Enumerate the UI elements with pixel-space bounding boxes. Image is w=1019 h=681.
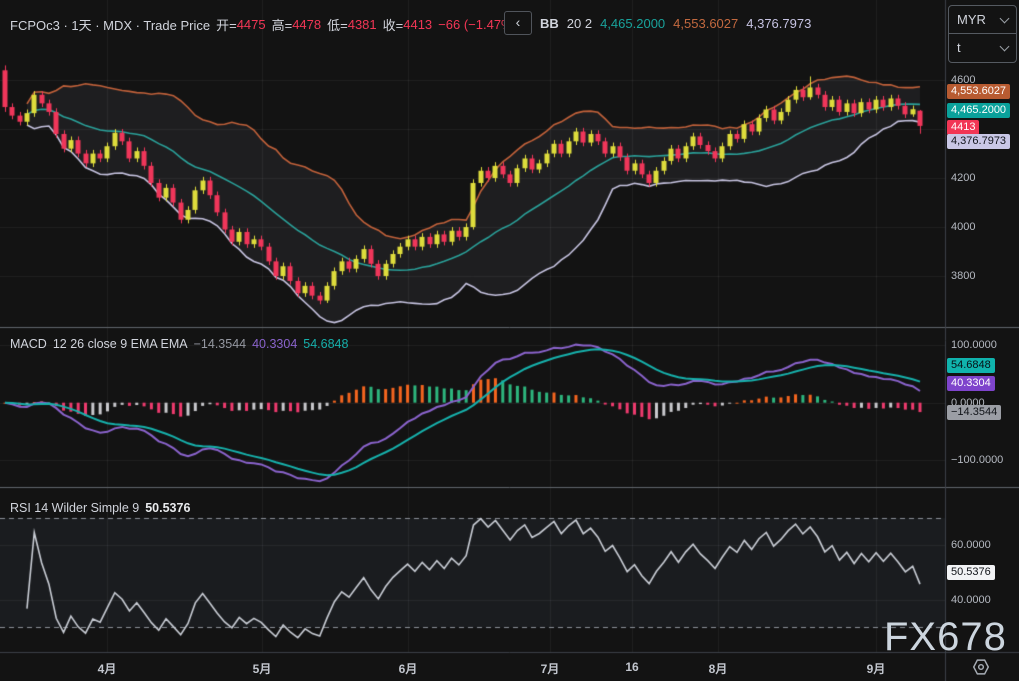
macd-title: MACD: [10, 337, 47, 351]
currency-label: MYR: [957, 12, 986, 27]
open-label: 开=: [216, 15, 237, 34]
axis-tick-label: −100.0000: [951, 454, 1003, 466]
currency-select[interactable]: MYR: [949, 6, 1016, 33]
unit-label: t: [957, 40, 961, 55]
high-value: 4478: [292, 17, 321, 32]
high-label: 高=: [272, 15, 293, 34]
bb-basis-axis-badge: 4,465.2000: [947, 103, 1010, 118]
time-tick-label: 9月: [867, 660, 886, 677]
bb-legend[interactable]: ‹ BB 20 2 4,465.2000 4,553.6027 4,376.79…: [504, 11, 811, 35]
bb-params: 20 2: [567, 16, 592, 31]
rsi-legend[interactable]: RSI 14 Wilder Simple 9 50.5376: [10, 501, 190, 515]
close-value: 4413: [403, 17, 432, 32]
axis-tick-label: 60.0000: [951, 539, 991, 551]
time-tick-label: 8月: [709, 660, 728, 677]
macd-legend[interactable]: MACD 12 26 close 9 EMA EMA −14.3544 40.3…: [10, 337, 348, 351]
time-tick-label: 7月: [541, 660, 560, 677]
chevron-down-icon: [1000, 41, 1010, 51]
bb-basis-value: 4,465.2000: [600, 16, 665, 31]
low-value: 4381: [348, 17, 377, 32]
scale-settings-icon[interactable]: [972, 659, 990, 680]
time-tick-label: 5月: [253, 660, 272, 677]
axis-tick-label: 4200: [951, 172, 975, 184]
axis-tick-label: 40.0000: [951, 594, 991, 606]
time-tick-label: 6月: [399, 660, 418, 677]
axis-unit-toolbar: MYR t: [948, 5, 1017, 63]
macd-hist-axis-badge: −14.3544: [947, 405, 1001, 420]
time-tick-label: 16: [625, 660, 638, 674]
bb-title: BB: [540, 16, 559, 31]
macd-line-value: 40.3304: [252, 337, 297, 351]
axis-tick-label: 100.0000: [951, 339, 997, 351]
symbol-title: FCPOc3 · 1天 · MDX · Trade Price: [10, 15, 210, 34]
watermark: FX678: [884, 615, 1007, 660]
macd-hist-value: −14.3544: [194, 337, 246, 351]
rsi-axis-badge: 50.5376: [947, 565, 995, 580]
bb-lower-value: 4,376.7973: [746, 16, 811, 31]
time-tick-label: 4月: [98, 660, 117, 677]
macd-params: 12 26 close 9 EMA EMA: [53, 337, 188, 351]
axis-tick-label: 4000: [951, 221, 975, 233]
bb-upper-axis-badge: 4,553.6027: [947, 84, 1010, 99]
chevron-down-icon: [1000, 13, 1010, 23]
rsi-title: RSI 14 Wilder Simple 9: [10, 501, 139, 515]
rsi-value: 50.5376: [145, 501, 190, 515]
axis-tick-label: 3800: [951, 270, 975, 282]
low-label: 低=: [327, 15, 348, 34]
macd-signal-axis-badge: 54.6848: [947, 358, 995, 373]
macd-line-axis-badge: 40.3304: [947, 376, 995, 391]
collapse-legend-button[interactable]: ‹: [504, 11, 532, 35]
bb-lower-axis-badge: 4,376.7973: [947, 134, 1010, 149]
open-value: 4475: [237, 17, 266, 32]
macd-signal-value: 54.6848: [303, 337, 348, 351]
unit-select[interactable]: t: [949, 33, 1016, 61]
symbol-legend[interactable]: FCPOc3 · 1天 · MDX · Trade Price 开=4475 高…: [10, 15, 517, 34]
close-label: 收=: [383, 15, 404, 34]
bb-upper-value: 4,553.6027: [673, 16, 738, 31]
last-price-axis-badge: 4413: [947, 120, 979, 135]
